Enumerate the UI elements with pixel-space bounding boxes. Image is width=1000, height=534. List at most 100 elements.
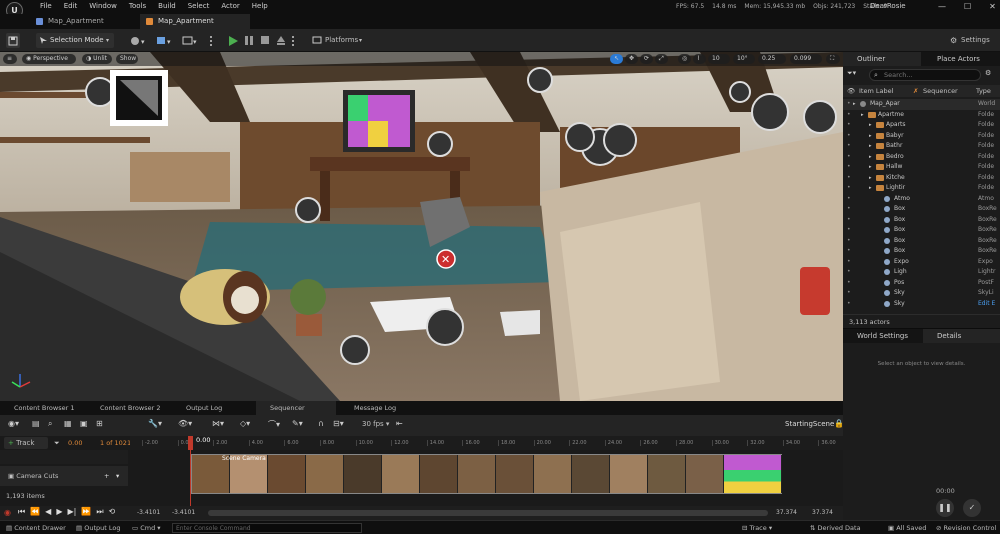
visibility-icon[interactable]: • [847, 120, 851, 131]
play-icon[interactable]: ▶ [56, 507, 62, 517]
scale-snap-button[interactable]: 0.25 [758, 54, 786, 64]
settings-dropdown[interactable]: ⚙ Settings [950, 33, 996, 48]
filter-icon[interactable]: ⏷▾ [847, 69, 863, 80]
camera-cut-clip[interactable]: Scene Camera [191, 454, 782, 494]
visibility-icon[interactable]: • [847, 257, 851, 268]
outliner-row[interactable]: • ▸ Bathr Folde [843, 141, 1000, 152]
visibility-icon[interactable]: • [847, 267, 851, 278]
tab-world-settings[interactable]: World Settings [843, 329, 921, 343]
expand-arrow-icon[interactable]: ▸ [861, 110, 864, 121]
level-viewport[interactable]: ✕ ≡ ◉ Perspective ◑ Unlit Show ↖ ✥ ⟳ ⤢ ◎… [0, 52, 843, 401]
outliner-row[interactable]: • ▸ Hallw Folde [843, 162, 1000, 173]
visibility-icon[interactable]: • [847, 246, 851, 257]
view-mode-button[interactable]: ◑ Unlit [82, 54, 112, 64]
outliner-row[interactable]: • ▸ Bedro Folde [843, 152, 1000, 163]
outliner-row[interactable]: • Expo Expo [843, 257, 1000, 268]
scale-icon[interactable]: ⤢ [655, 54, 668, 64]
column-type[interactable]: Type [976, 85, 991, 97]
record-button[interactable]: ◉ [4, 508, 11, 517]
outliner-row[interactable]: • Ligh Lightr [843, 267, 1000, 278]
menu-select[interactable]: Select [182, 2, 216, 10]
stop-button[interactable] [258, 33, 272, 48]
range-end-a[interactable]: 37.374 [776, 509, 797, 516]
actors-icon[interactable]: ⊞ [96, 419, 103, 428]
visibility-icon[interactable]: • [847, 225, 851, 236]
outliner-row[interactable]: • Box BoxRe [843, 204, 1000, 215]
rotate-icon[interactable]: ⟳ [640, 54, 653, 64]
world-space-icon[interactable]: ◎ [678, 54, 691, 64]
more-options-icon[interactable] [206, 33, 216, 48]
tab-outliner[interactable]: Outliner [843, 52, 921, 66]
trace-button[interactable]: ⊟ Trace ▾ [742, 523, 772, 533]
cmd-dropdown[interactable]: ▭ Cmd ▾ [132, 523, 161, 533]
outliner-row[interactable]: • ▸ Lightir Folde [843, 183, 1000, 194]
playhead-handle[interactable] [188, 436, 193, 450]
visibility-icon[interactable]: • [847, 173, 851, 184]
tab-sequencer[interactable]: Sequencer [256, 401, 336, 415]
expand-arrow-icon[interactable]: ▸ [869, 141, 872, 152]
render-movie-icon[interactable]: ▦ [64, 419, 72, 428]
select-tool-icon[interactable]: ↖ [610, 54, 623, 64]
outliner-search-input[interactable]: ⌕ Search... [869, 69, 981, 81]
derived-data-button[interactable]: ⇅ Derived Data [810, 523, 861, 533]
save-sequence-icon[interactable]: ▤ [32, 419, 40, 428]
play-button[interactable] [226, 33, 240, 48]
prev-key-icon[interactable]: ⏪ [30, 507, 40, 517]
range-start-a[interactable]: -3.4101 [137, 509, 160, 516]
curve-icon[interactable]: ⌒▾ [268, 419, 280, 430]
visibility-icon[interactable]: • [847, 288, 851, 299]
tab-details[interactable]: Details [923, 329, 1000, 343]
expand-arrow-icon[interactable]: ▸ [869, 131, 872, 142]
maximize-button[interactable]: ☐ [964, 2, 971, 11]
camera-speed-button[interactable]: 0.099 [790, 54, 822, 64]
outliner-row[interactable]: • Atmo Atmo [843, 194, 1000, 205]
more-play-options-icon[interactable] [288, 33, 298, 48]
add-actor-icon[interactable]: ▾ [128, 33, 148, 48]
step-forward-icon[interactable]: ▶| [67, 507, 76, 517]
visibility-icon[interactable]: • [847, 152, 851, 163]
outliner-row[interactable]: • ▸ Babyr Folde [843, 131, 1000, 142]
visibility-icon[interactable]: • [847, 204, 851, 215]
visibility-icon[interactable]: • [847, 215, 851, 226]
translate-icon[interactable]: ✥ [625, 54, 638, 64]
outliner-row[interactable]: • Sky Edit E [843, 299, 1000, 310]
maximize-viewport-icon[interactable]: ⛶ [826, 54, 840, 64]
pen-icon[interactable]: ✎▾ [292, 419, 303, 428]
snap-icon[interactable]: ⋈▾ [212, 419, 224, 428]
outliner-settings-icon[interactable]: ⚙ [985, 69, 991, 77]
cinematics-icon[interactable]: ▾ [180, 33, 200, 48]
outliner-row[interactable]: • Box BoxRe [843, 225, 1000, 236]
angle-snap-button[interactable]: 10° [733, 54, 755, 64]
tab-place-actors[interactable]: Place Actors [923, 52, 980, 66]
save-all-button[interactable]: ▣ All Saved [888, 523, 926, 533]
visibility-icon[interactable]: • [847, 110, 851, 121]
tab-content-browser-2[interactable]: Content Browser 2 [86, 401, 171, 415]
outliner-row[interactable]: • ▸ Kitche Folde [843, 173, 1000, 184]
visibility-icon[interactable]: • [847, 183, 851, 194]
current-time-display[interactable]: 0.00 [68, 437, 82, 449]
outliner-row[interactable]: • Box BoxRe [843, 236, 1000, 247]
range-scrollbar[interactable] [208, 510, 768, 516]
expand-arrow-icon[interactable]: ▸ [853, 99, 856, 110]
sequencer-menu-icon[interactable]: ◉▾ [8, 419, 22, 431]
menu-help[interactable]: Help [246, 2, 274, 10]
show-button[interactable]: Show [116, 54, 138, 64]
expand-arrow-icon[interactable]: ▸ [869, 162, 872, 173]
output-log-button[interactable]: ▤ Output Log [76, 523, 120, 533]
add-shot-icon[interactable]: + [104, 466, 109, 486]
lock-icon[interactable]: 🔒 [834, 419, 844, 428]
wrench-icon[interactable]: 🔧▾ [148, 419, 162, 428]
column-sequencer[interactable]: Sequencer [923, 85, 958, 97]
playback-range-icon[interactable]: ⇤ [396, 419, 403, 428]
user-name[interactable]: DearRosie [870, 2, 906, 10]
skip-end-icon[interactable]: ⏭ [96, 507, 103, 517]
track-options-icon[interactable]: ▾ [116, 466, 119, 486]
blueprint-icon[interactable]: ▾ [154, 33, 174, 48]
grid-snap-button[interactable]: 10 [708, 54, 730, 64]
visibility-icon[interactable]: • [847, 236, 851, 247]
selection-mode-dropdown[interactable]: Selection Mode ▾ [36, 33, 114, 48]
skip-start-icon[interactable]: ⏮ [18, 507, 25, 517]
expand-arrow-icon[interactable]: ▸ [869, 173, 872, 184]
confirm-record-button[interactable]: ✓ [963, 499, 981, 517]
outliner-row[interactable]: • Box BoxRe [843, 246, 1000, 257]
